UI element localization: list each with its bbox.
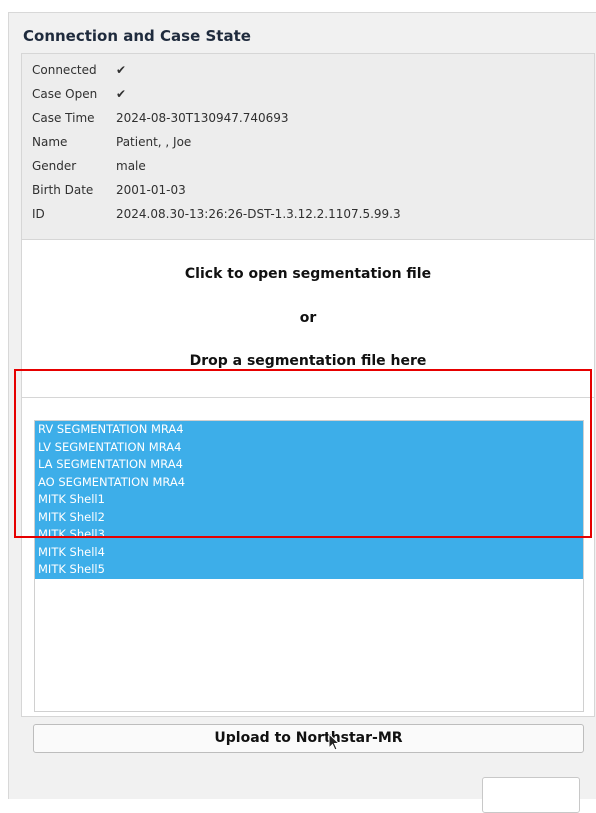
- info-label: Connected: [32, 63, 97, 77]
- info-row-name: Name Patient, , Joe: [22, 132, 594, 154]
- info-row-case-time: Case Time 2024-08-30T130947.740693: [22, 108, 594, 130]
- segmentation-drop-zone[interactable]: Click to open segmentation file or Drop …: [21, 239, 595, 397]
- info-label: Gender: [32, 159, 77, 173]
- segment-item-shell2[interactable]: MITK Shell2: [35, 508, 583, 526]
- upload-button[interactable]: Upload to Northstar-MR: [33, 724, 584, 753]
- case-info-box: Connected ✔ Case Open ✔ Case Time 2024-0…: [21, 53, 595, 241]
- segment-item-la[interactable]: LA SEGMENTATION MRA4: [35, 456, 583, 474]
- connection-panel: Connection and Case State Connected ✔ Ca…: [8, 12, 596, 813]
- segment-item-ao[interactable]: AO SEGMENTATION MRA4: [35, 473, 583, 491]
- check-icon: ✔: [116, 63, 127, 77]
- segment-item-shell3[interactable]: MITK Shell3: [35, 526, 583, 544]
- info-row-case-open: Case Open ✔: [22, 84, 594, 106]
- info-value: 2001-01-03: [116, 183, 186, 197]
- segment-item-shell1[interactable]: MITK Shell1: [35, 491, 583, 509]
- info-label: Name: [32, 135, 68, 149]
- info-row-id: ID 2024.08.30-13:26:26-DST-1.3.12.2.1107…: [22, 204, 594, 226]
- mouse-cursor-icon: [328, 733, 341, 751]
- segment-item-lv[interactable]: LV SEGMENTATION MRA4: [35, 438, 583, 456]
- info-row-gender: Gender male: [22, 156, 594, 178]
- section-title: Connection and Case State: [23, 27, 251, 45]
- segment-list-area: RV SEGMENTATION MRA4 LV SEGMENTATION MRA…: [21, 397, 595, 717]
- info-value: 2024-08-30T130947.740693: [116, 111, 289, 125]
- info-label: Case Time: [32, 111, 95, 125]
- info-value: Patient, , Joe: [116, 135, 192, 149]
- info-label: ID: [32, 207, 45, 221]
- info-label: Case Open: [32, 87, 98, 101]
- check-icon: ✔: [116, 87, 127, 101]
- segment-item-shell4[interactable]: MITK Shell4: [35, 543, 583, 561]
- info-value: male: [116, 159, 146, 173]
- drop-zone-or-label: or: [299, 310, 317, 326]
- info-row-connected: Connected ✔: [22, 60, 594, 82]
- info-value: 2024.08.30-13:26:26-DST-1.3.12.2.1107.5.…: [116, 207, 401, 221]
- segment-item-rv[interactable]: RV SEGMENTATION MRA4: [35, 421, 583, 439]
- info-row-birth-date: Birth Date 2001-01-03: [22, 180, 594, 202]
- segment-item-shell5[interactable]: MITK Shell5: [35, 561, 583, 579]
- drop-zone-open-label[interactable]: Click to open segmentation file: [22, 266, 594, 282]
- drop-zone-drop-label: Drop a segmentation file here: [189, 353, 427, 369]
- secondary-button[interactable]: [482, 777, 580, 813]
- info-label: Birth Date: [32, 183, 94, 197]
- segment-list[interactable]: RV SEGMENTATION MRA4 LV SEGMENTATION MRA…: [34, 420, 584, 712]
